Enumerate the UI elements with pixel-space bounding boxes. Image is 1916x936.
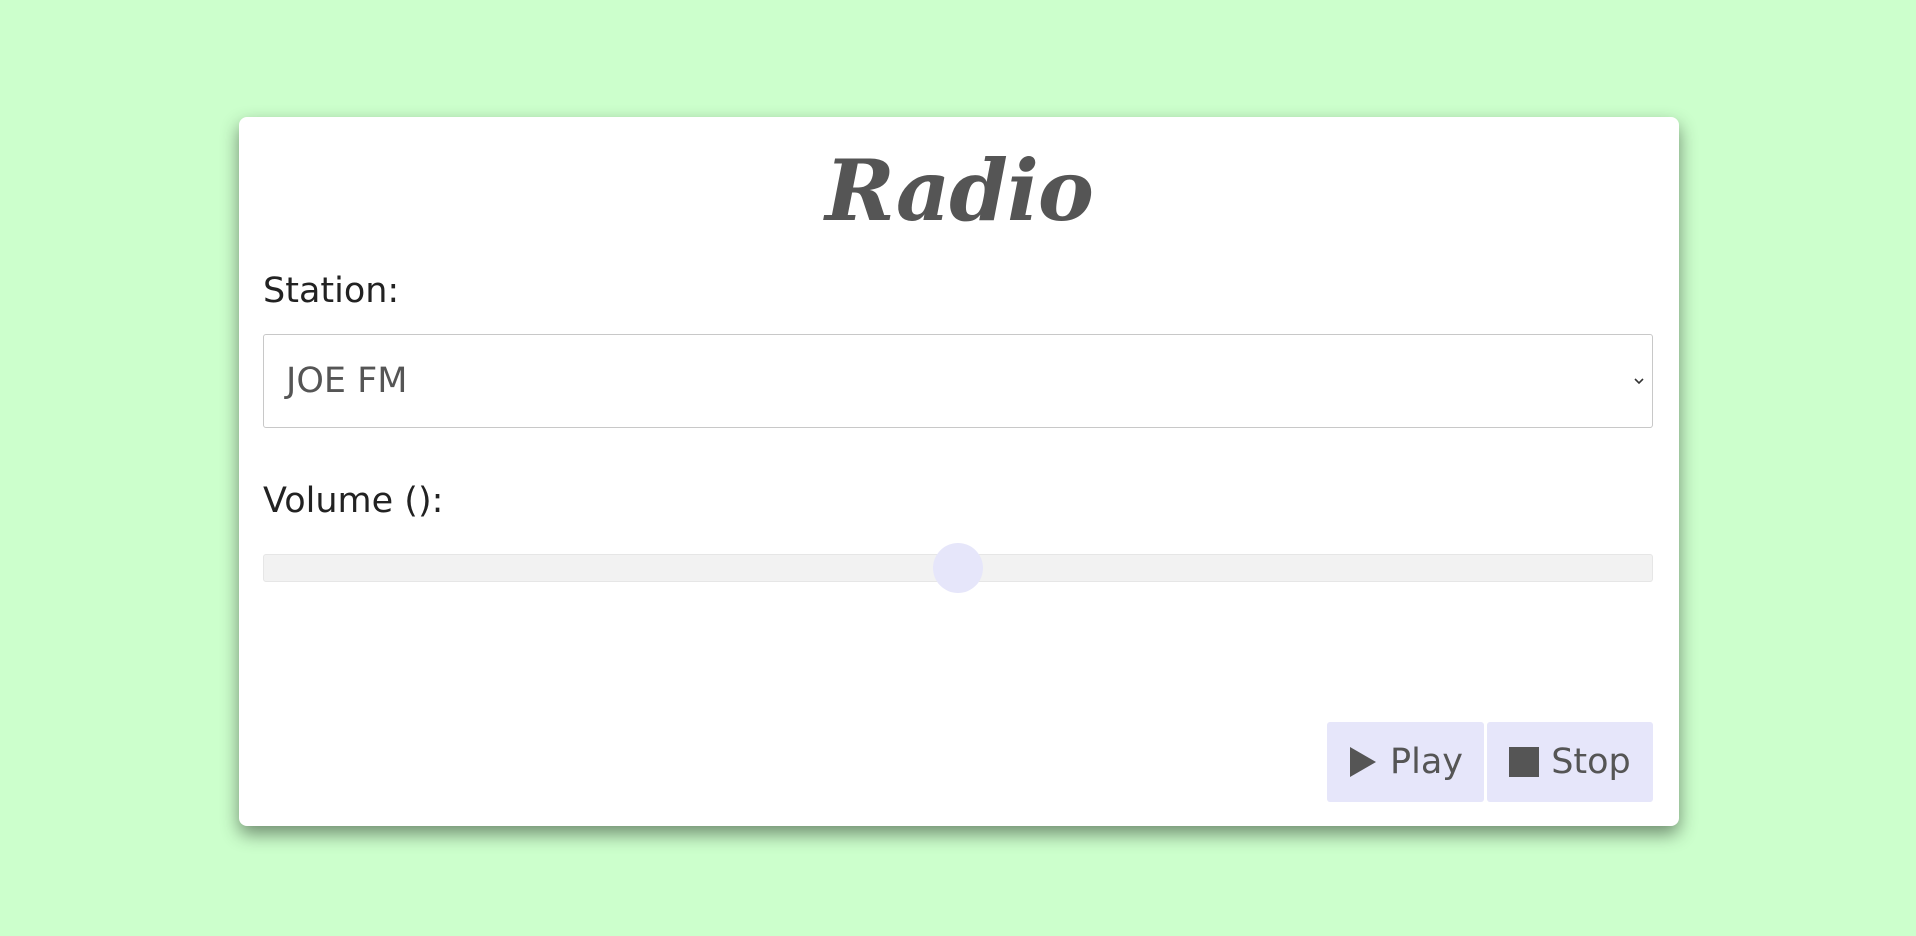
chevron-down-icon [1634,378,1644,385]
play-icon [1348,746,1378,778]
station-label: Station: [263,271,400,311]
volume-slider[interactable] [263,543,1653,593]
radio-card: Radio Station: JOE FM Volume (): Play St… [239,117,1679,826]
volume-label: Volume (): [263,481,444,521]
stop-button[interactable]: Stop [1487,722,1653,802]
page-title: Radio [825,141,1094,240]
stop-icon [1509,747,1540,777]
stop-button-label: Stop [1551,742,1631,782]
station-select[interactable]: JOE FM [263,334,1653,428]
play-button-label: Play [1390,742,1463,782]
volume-slider-thumb[interactable] [933,543,983,593]
station-select-value: JOE FM [286,361,408,401]
play-button[interactable]: Play [1327,722,1484,802]
